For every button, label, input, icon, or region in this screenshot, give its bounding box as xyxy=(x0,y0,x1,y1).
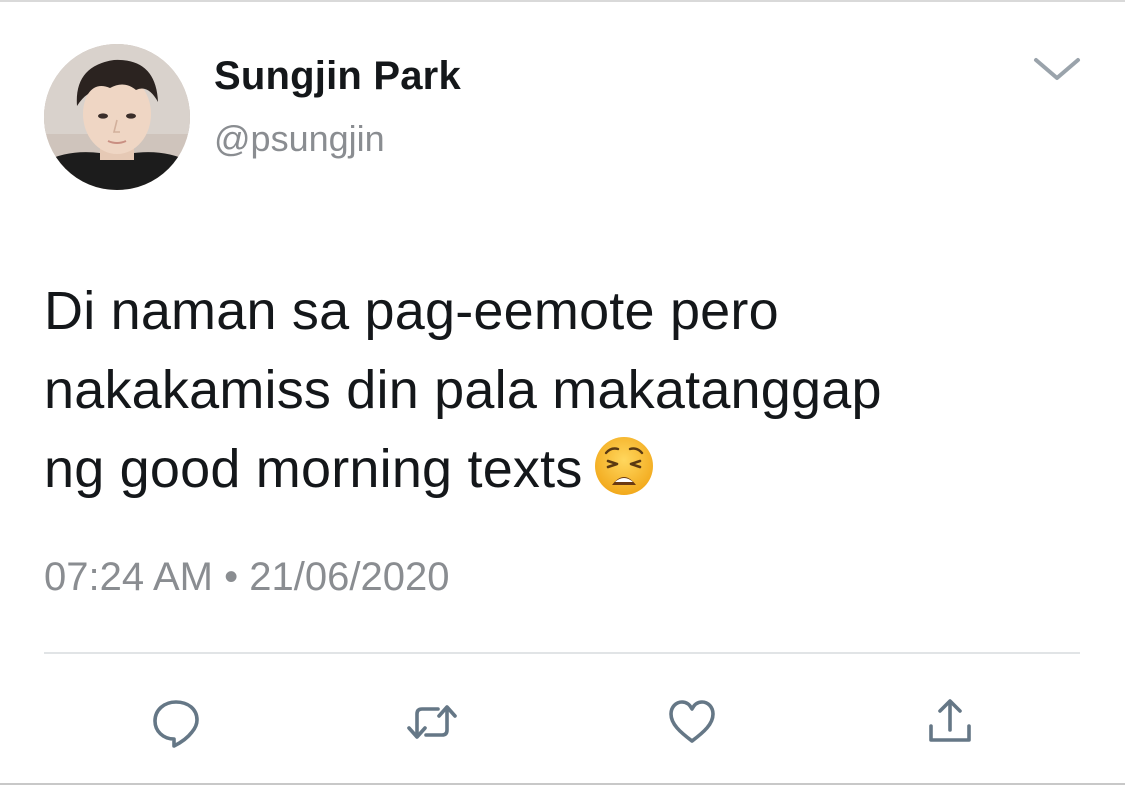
user-handle[interactable]: @psungjin xyxy=(214,118,385,160)
like-button[interactable] xyxy=(664,694,720,750)
avatar[interactable] xyxy=(44,44,190,190)
bottom-border xyxy=(0,783,1125,785)
meta-separator: • xyxy=(224,555,239,599)
top-border xyxy=(0,0,1125,2)
retweet-icon xyxy=(407,705,457,739)
reply-icon xyxy=(153,700,199,748)
reply-button[interactable] xyxy=(148,694,204,750)
avatar-photo xyxy=(44,44,190,190)
tweet-text-line-content: ng good morning texts xyxy=(44,439,583,499)
tweet-text-line: ng good morning texts xyxy=(44,430,1094,509)
chevron-down-icon[interactable] xyxy=(1030,50,1084,86)
tweet-text-line: nakakamiss din pala makatanggap xyxy=(44,360,882,420)
weary-face-emoji-icon xyxy=(593,435,655,497)
retweet-button[interactable] xyxy=(404,694,460,750)
display-name[interactable]: Sungjin Park xyxy=(214,54,461,99)
tweet-text: Di naman sa pag-eemote pero nakakamiss d… xyxy=(44,272,1094,509)
tweet-time: 07:24 AM xyxy=(44,555,214,599)
share-icon xyxy=(929,699,971,742)
tweet-date: 21/06/2020 xyxy=(249,555,450,599)
divider xyxy=(44,652,1080,654)
tweet-timestamp: 07:24 AM • 21/06/2020 xyxy=(44,555,449,600)
tweet-text-line: Di naman sa pag-eemote pero xyxy=(44,281,779,341)
share-button[interactable] xyxy=(922,694,978,750)
like-icon xyxy=(669,700,715,743)
